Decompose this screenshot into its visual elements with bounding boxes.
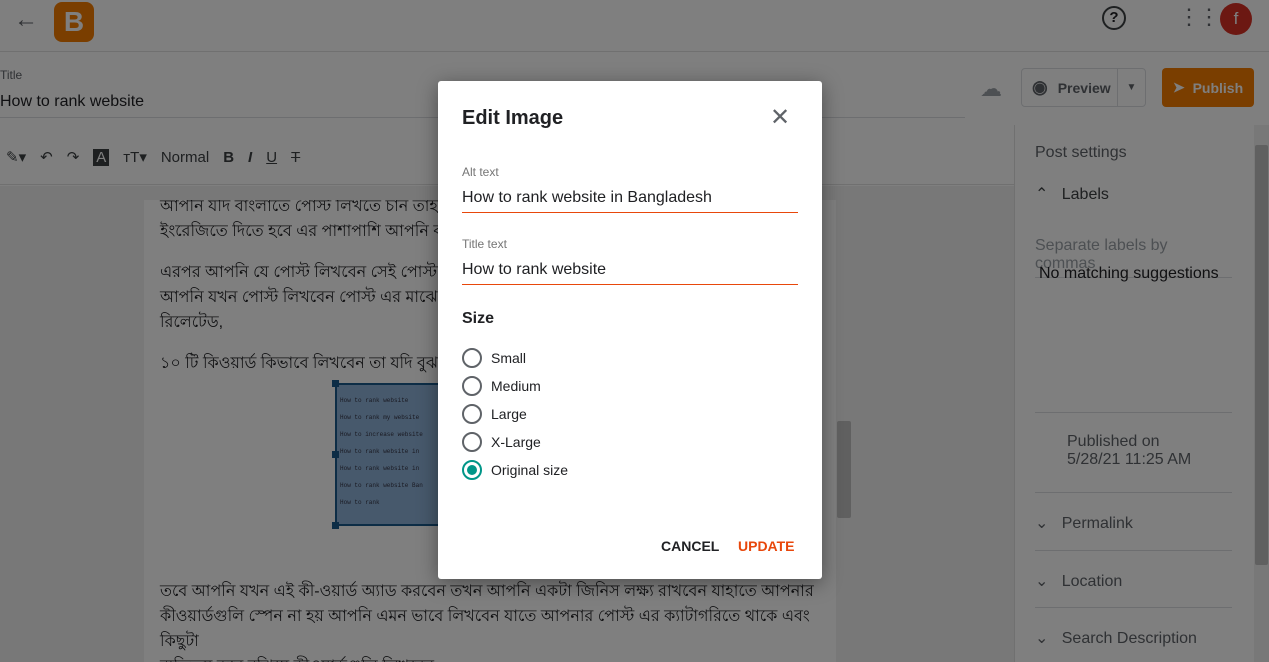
dialog-title: Edit Image: [462, 107, 564, 129]
cancel-button[interactable]: CANCEL: [661, 538, 719, 554]
edit-image-dialog: Edit Image ✕ Alt text Title text Size Sm…: [438, 81, 822, 579]
size-radio-original[interactable]: Original size: [462, 460, 568, 480]
size-radio-x-large[interactable]: X-Large: [462, 432, 541, 452]
alt-text-label: Alt text: [462, 165, 499, 179]
close-icon[interactable]: ✕: [770, 103, 790, 132]
title-text-label: Title text: [462, 237, 507, 251]
title-text-input[interactable]: [462, 261, 798, 285]
size-radio-medium[interactable]: Medium: [462, 376, 541, 396]
alt-text-input[interactable]: [462, 189, 798, 213]
size-radio-small[interactable]: Small: [462, 348, 526, 368]
size-heading: Size: [462, 310, 495, 327]
update-button[interactable]: UPDATE: [738, 538, 795, 554]
size-radio-large[interactable]: Large: [462, 404, 527, 424]
